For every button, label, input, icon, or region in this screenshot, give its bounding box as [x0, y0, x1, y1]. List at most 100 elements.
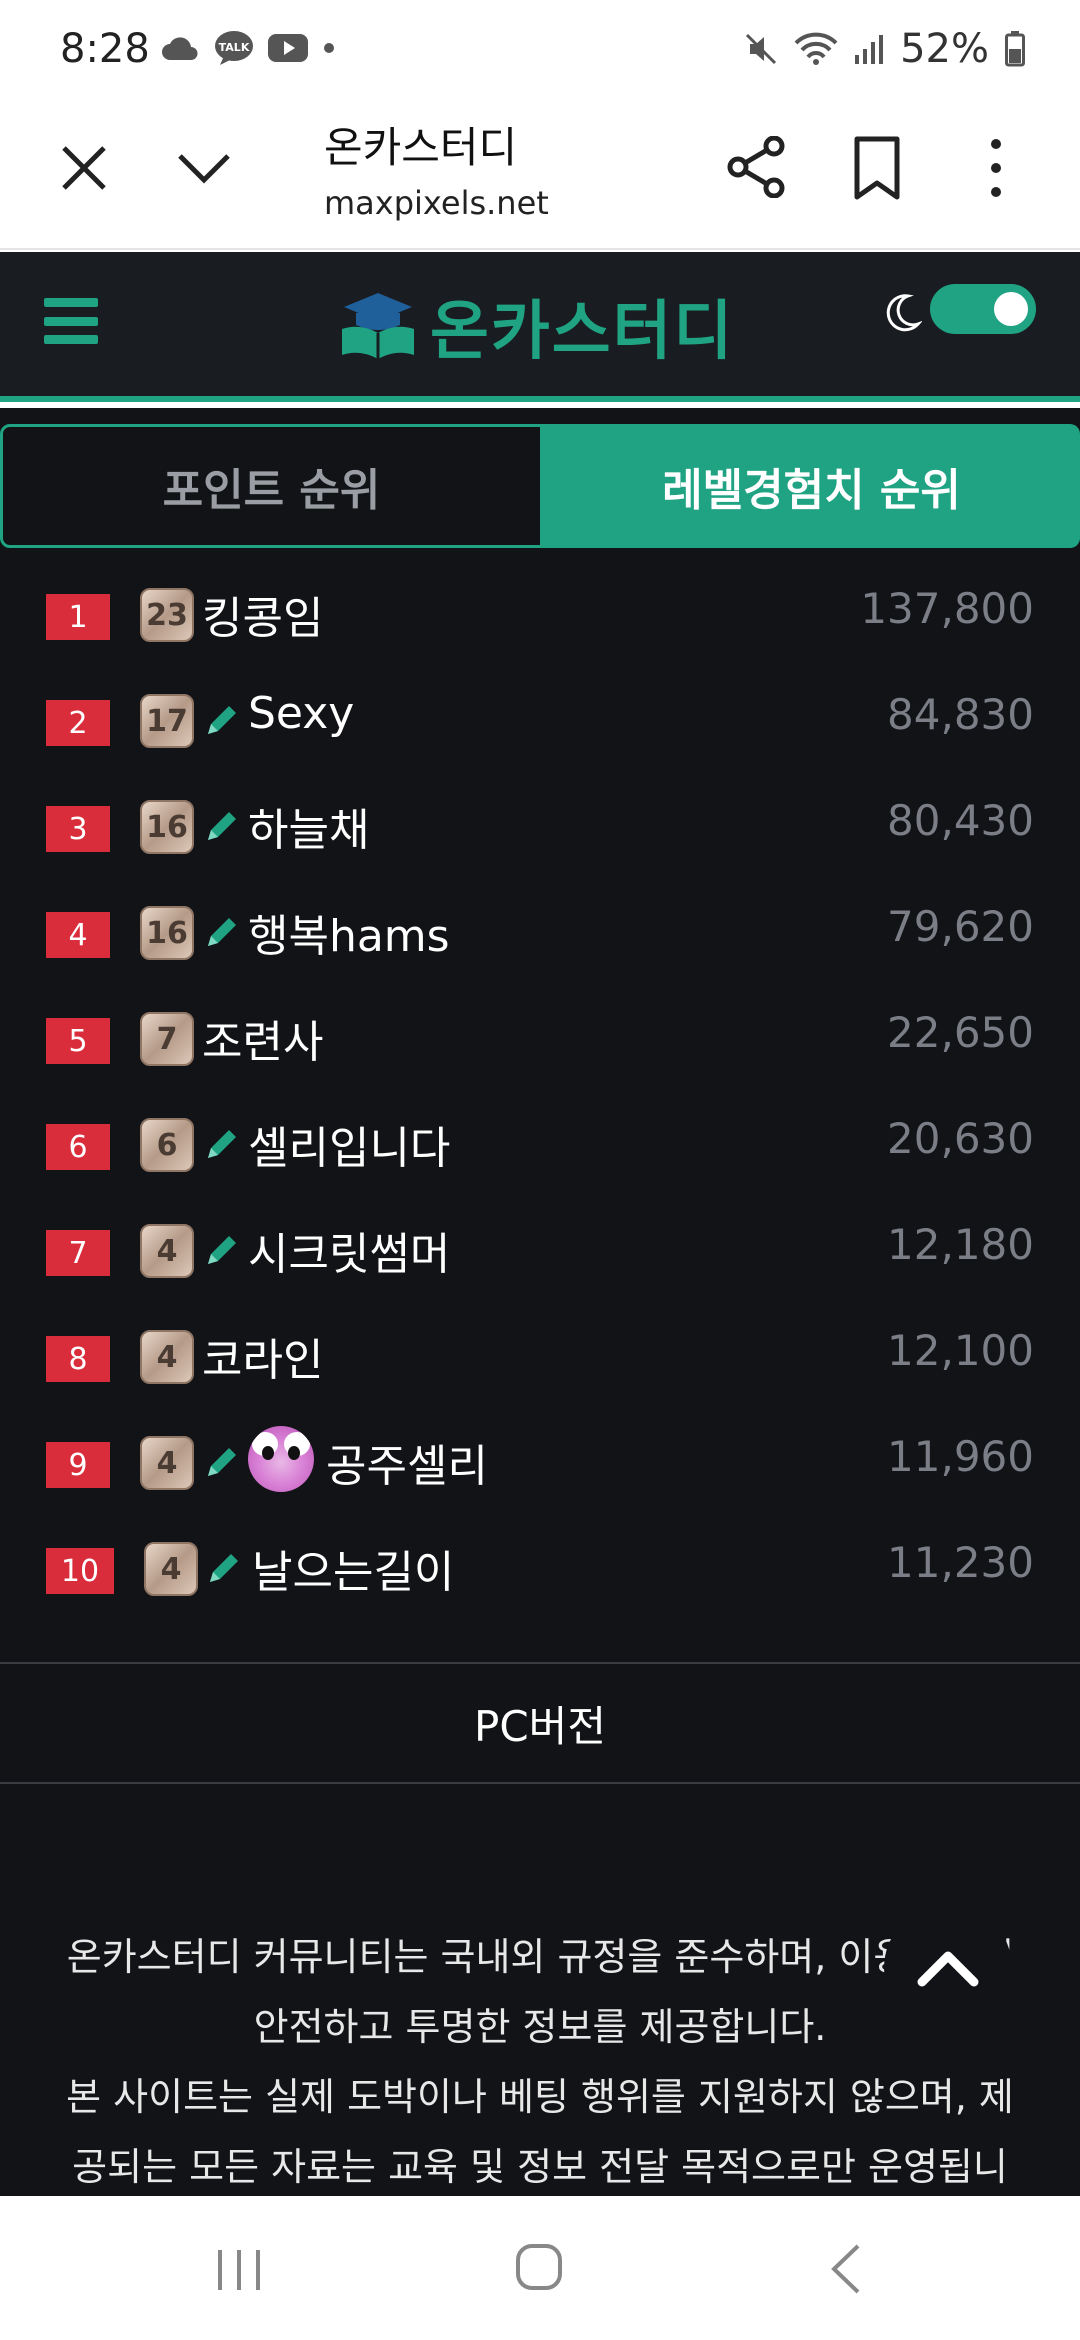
ranking-tabs: 포인트 순위 레벨경험치 순위	[0, 424, 1080, 548]
battery-icon	[1005, 31, 1025, 67]
rank-number: 8	[46, 1336, 110, 1382]
level-badge: 16	[140, 800, 194, 854]
chevron-down-icon[interactable]	[176, 148, 232, 188]
nickname[interactable]: 날으는길이	[252, 1536, 454, 1600]
site-logo-text: 온카스터디	[430, 295, 735, 369]
exp-points: 11,230	[887, 1538, 1034, 1587]
ranking-row[interactable]: 8 4 코라인 12,100	[0, 1300, 1080, 1406]
hamburger-menu-icon[interactable]	[44, 298, 98, 344]
moon-icon	[886, 294, 922, 332]
home-icon[interactable]	[514, 2242, 564, 2292]
nickname[interactable]: 조련사	[202, 1006, 323, 1070]
nickname[interactable]: 킹콩임	[202, 582, 323, 646]
nickname[interactable]: 코라인	[202, 1324, 323, 1388]
pencil-icon	[208, 918, 236, 946]
exp-points: 80,430	[887, 796, 1034, 845]
browser-url[interactable]: maxpixels.net	[324, 184, 549, 222]
pencil-icon	[208, 1130, 236, 1158]
ranking-row[interactable]: 7 4 시크릿썸머 12,180	[0, 1194, 1080, 1300]
exp-points: 22,650	[887, 1008, 1034, 1057]
status-notification-icons: TALK	[160, 30, 336, 66]
battery-percent: 52%	[900, 26, 989, 72]
back-icon[interactable]	[828, 2242, 864, 2296]
ranking-row[interactable]: 10 4 날으는길이 11,230	[0, 1512, 1080, 1618]
close-icon[interactable]	[58, 142, 110, 194]
footer-line: 본 사이트는 실제 도박이나 베팅 행위를 지원하지 않으며, 제	[66, 2075, 1014, 2119]
ranking-row[interactable]: 9 4 공주셀리 11,960	[0, 1406, 1080, 1512]
system-navigation-bar	[0, 2196, 1080, 2340]
level-badge: 6	[140, 1118, 194, 1172]
exp-points: 11,960	[887, 1432, 1034, 1481]
pencil-icon	[208, 812, 236, 840]
rank-number: 7	[46, 1230, 110, 1276]
ranking-row[interactable]: 4 16 행복hams 79,620	[0, 876, 1080, 982]
nickname[interactable]: 시크릿썸머	[248, 1218, 450, 1282]
exp-points: 12,180	[887, 1220, 1034, 1269]
exp-points: 84,830	[887, 690, 1034, 739]
status-bar: 8:28 TALK 52%	[0, 0, 1080, 100]
status-system-icons: 52%	[744, 26, 1025, 72]
pc-version-link[interactable]: PC버전	[0, 1664, 1080, 1782]
bookmark-icon[interactable]	[852, 136, 902, 200]
ranking-row[interactable]: 3 16 하늘채 80,430	[0, 770, 1080, 876]
status-time: 8:28	[60, 26, 150, 72]
level-badge: 4	[144, 1542, 198, 1596]
user-avatar[interactable]	[248, 1426, 314, 1492]
more-vert-icon[interactable]	[984, 136, 1008, 200]
nickname[interactable]: 셀리입니다	[248, 1112, 450, 1176]
rank-number: 2	[46, 700, 110, 746]
level-badge: 4	[140, 1436, 194, 1490]
pencil-icon	[210, 1554, 238, 1582]
level-badge: 17	[140, 694, 194, 748]
ranking-row[interactable]: 1 23 킹콩임 137,800	[0, 558, 1080, 664]
exp-points: 20,630	[887, 1114, 1034, 1163]
level-badge: 23	[140, 588, 194, 642]
ranking-section: 포인트 순위 레벨경험치 순위 1 23 킹콩임 137,800 2 17 Se…	[0, 408, 1080, 2196]
level-badge: 16	[140, 906, 194, 960]
pencil-icon	[208, 706, 236, 734]
ranking-row[interactable]: 6 6 셀리입니다 20,630	[0, 1088, 1080, 1194]
cloud-icon	[162, 37, 198, 60]
exp-points: 137,800	[860, 584, 1034, 633]
mute-icon	[746, 33, 777, 65]
rank-number: 9	[46, 1442, 110, 1488]
footer-line: 공되는 모든 자료는 교육 및 정보 전달 목적으로만 운영됩니	[72, 2145, 1008, 2189]
level-badge: 7	[140, 1012, 194, 1066]
tab-level-exp-ranking[interactable]: 레벨경험치 순위	[543, 424, 1080, 548]
site-header: 온카스터디	[0, 252, 1080, 402]
nickname[interactable]: 하늘채	[248, 794, 369, 858]
ranking-row[interactable]: 5 7 조련사 22,650	[0, 982, 1080, 1088]
youtube-icon	[268, 34, 308, 62]
level-badge: 4	[140, 1224, 194, 1278]
scroll-to-top-button[interactable]	[884, 1904, 1012, 2032]
rank-number: 1	[46, 594, 110, 640]
recent-apps-icon[interactable]	[214, 2248, 264, 2292]
nickname[interactable]: Sexy	[248, 688, 354, 739]
tab-point-ranking[interactable]: 포인트 순위	[0, 424, 543, 548]
book-cap-logo-icon	[342, 293, 414, 359]
browser-toolbar: 온카스터디 maxpixels.net	[0, 100, 1080, 250]
talk-icon-label: TALK	[219, 41, 250, 54]
dark-mode-toggle[interactable]	[930, 284, 1036, 334]
ranking-row[interactable]: 2 17 Sexy 84,830	[0, 664, 1080, 770]
level-badge: 4	[140, 1330, 194, 1384]
pencil-icon	[208, 1236, 236, 1264]
rank-number: 3	[46, 806, 110, 852]
nickname[interactable]: 공주셀리	[326, 1430, 488, 1494]
toggle-knob	[994, 292, 1028, 326]
wifi-icon	[794, 32, 838, 65]
signal-icon	[855, 35, 884, 64]
rank-number: 4	[46, 912, 110, 958]
ranking-list: 1 23 킹콩임 137,800 2 17 Sexy 84,830 3 16 하…	[0, 558, 1080, 1618]
pencil-icon	[208, 1448, 236, 1476]
rank-number: 10	[46, 1548, 114, 1594]
talk-icon: TALK	[215, 31, 253, 65]
rank-number: 5	[46, 1018, 110, 1064]
chevron-up-icon	[917, 1951, 979, 1987]
share-icon[interactable]	[726, 136, 788, 198]
dot-icon	[324, 43, 334, 53]
site-logo[interactable]: 온카스터디	[338, 286, 734, 369]
nickname[interactable]: 행복hams	[248, 900, 450, 964]
divider	[0, 1782, 1080, 1784]
rank-number: 6	[46, 1124, 110, 1170]
